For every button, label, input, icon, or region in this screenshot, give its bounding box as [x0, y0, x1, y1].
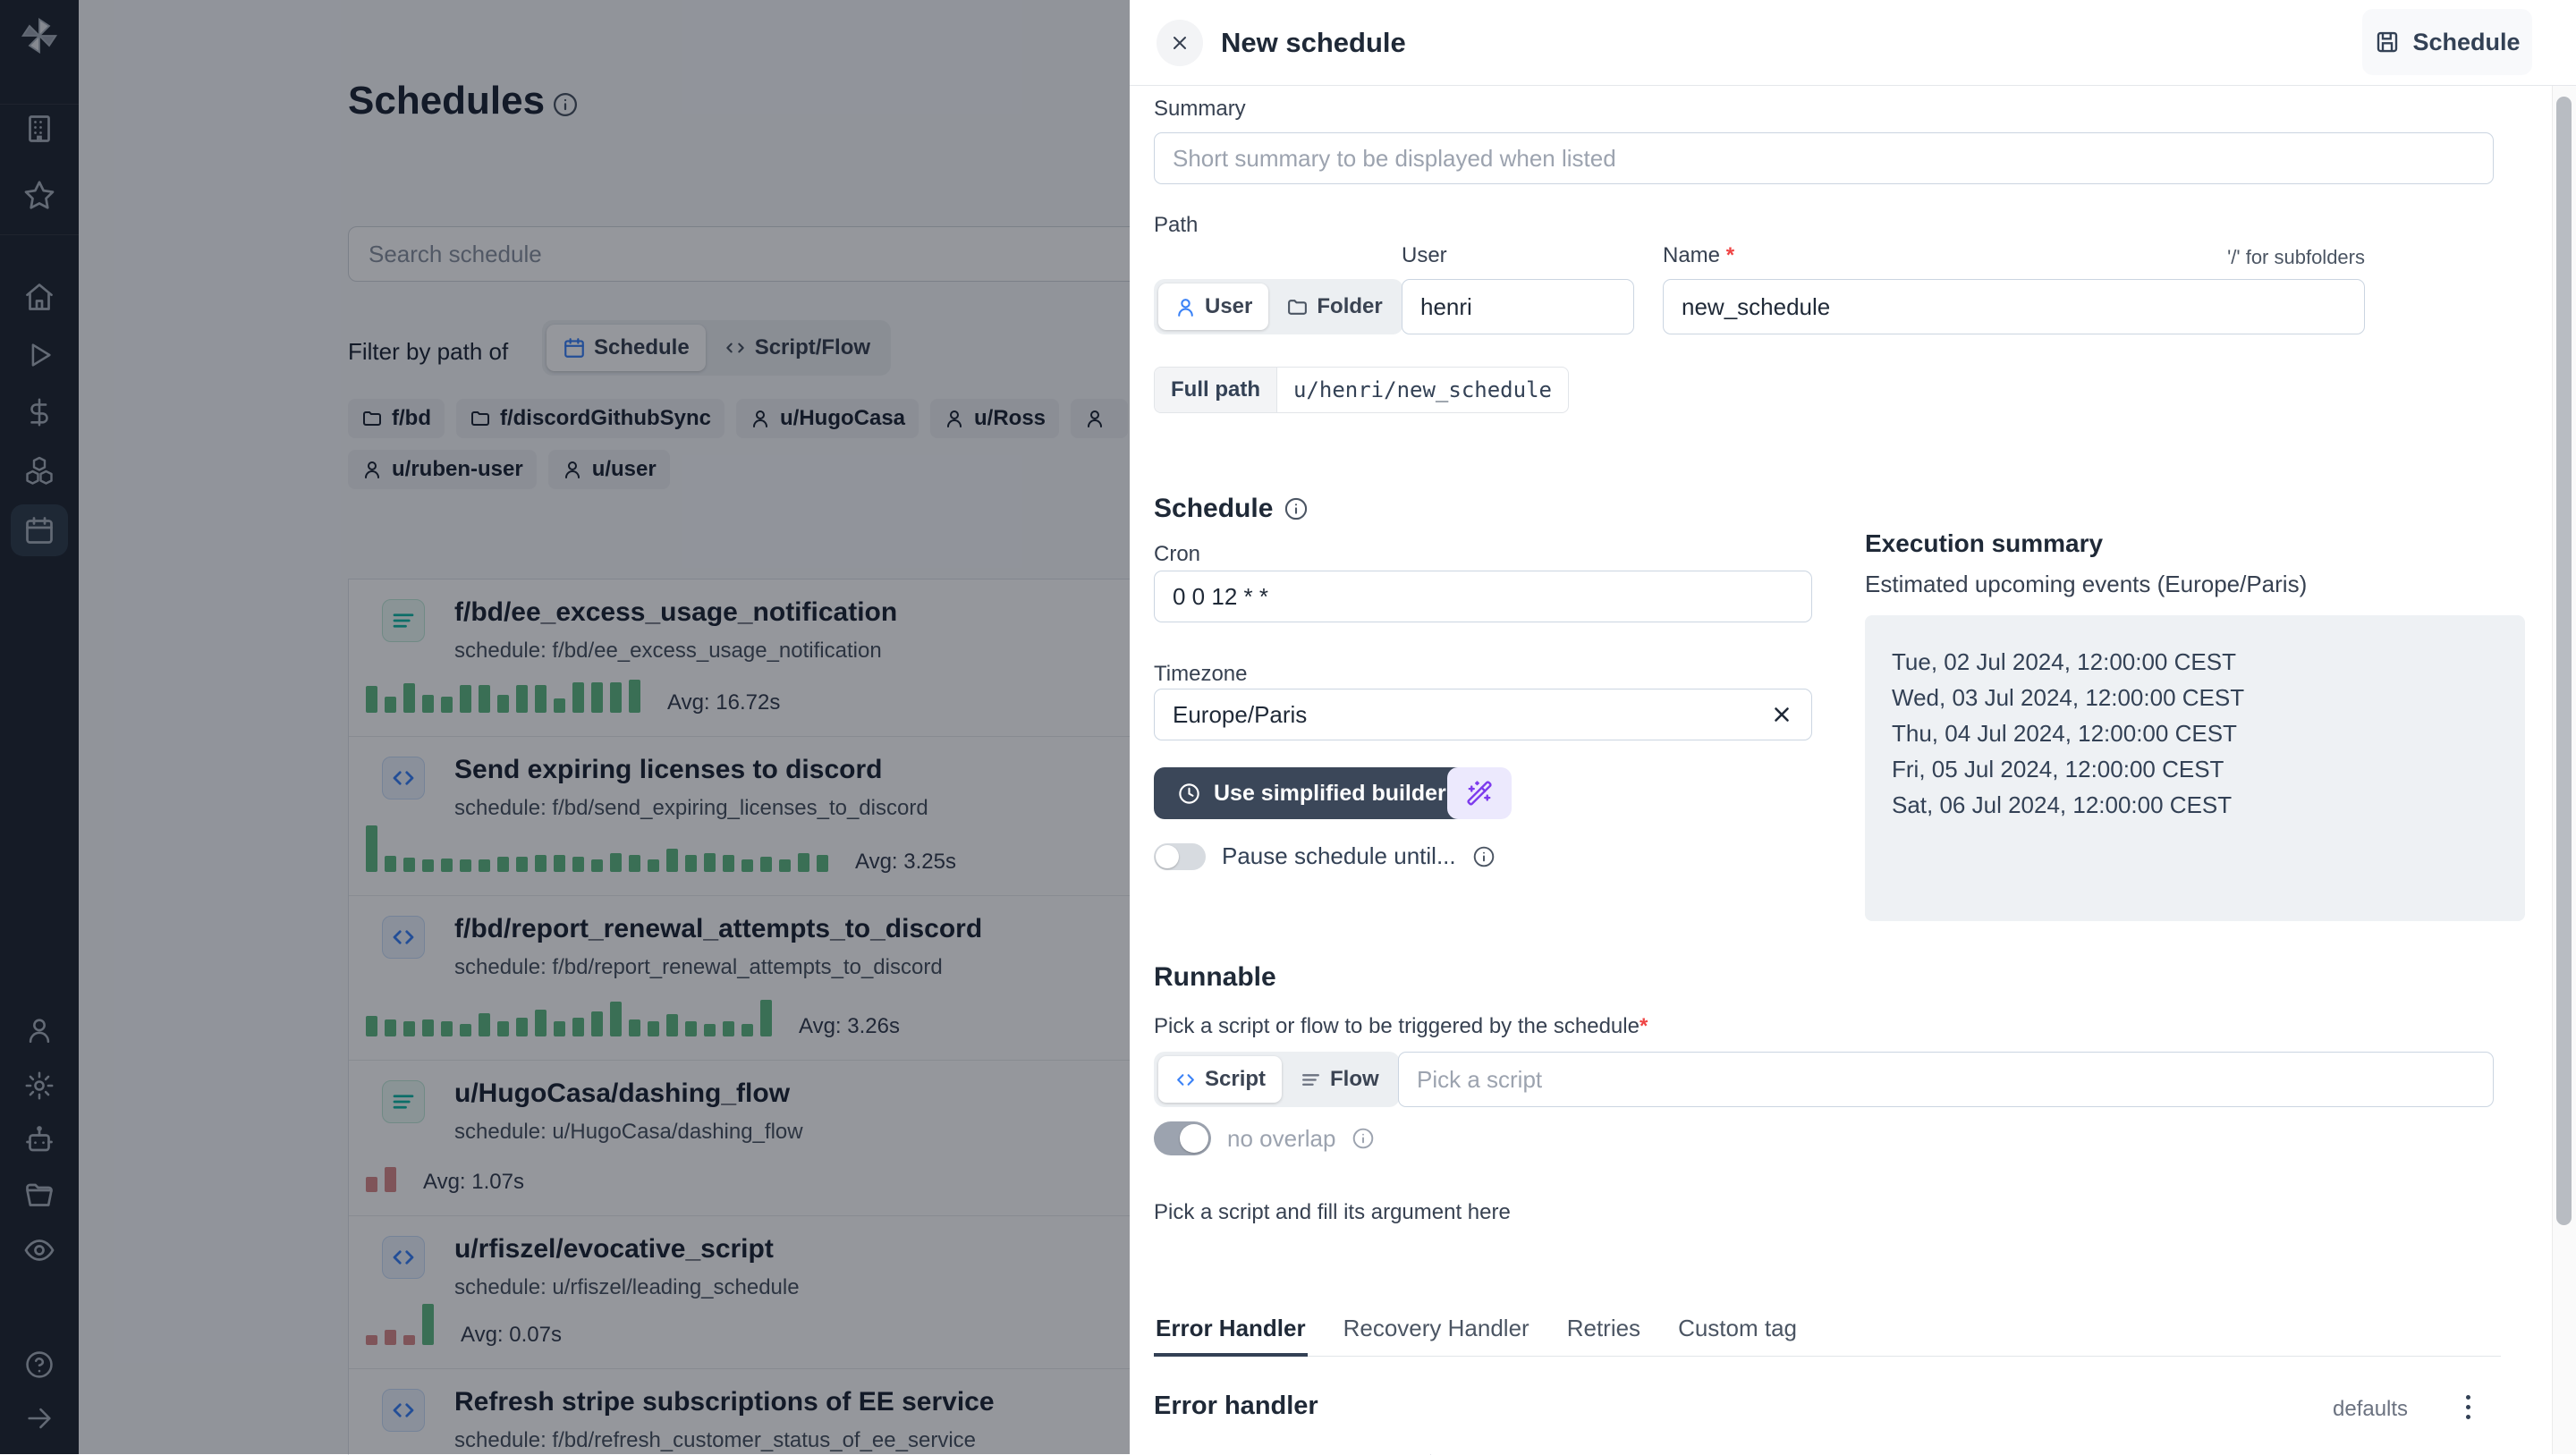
save-schedule-button[interactable]: Schedule [2362, 9, 2532, 75]
kebab-menu-icon[interactable] [2466, 1395, 2470, 1419]
info-icon[interactable] [1472, 845, 1496, 868]
timezone-value: Europe/Paris [1173, 700, 1308, 728]
info-icon[interactable] [1352, 1127, 1375, 1150]
owner-option-label: User [1205, 294, 1253, 318]
use-simplified-builder-button[interactable]: Use simplified builder [1154, 767, 1470, 819]
summary-input[interactable]: Short summary to be displayed when liste… [1154, 132, 2494, 184]
required-asterisk: * [1639, 1014, 1648, 1038]
full-path-label: Full path [1155, 368, 1277, 412]
pause-schedule-row: Pause schedule until... [1154, 842, 1496, 870]
upcoming-event: Sat, 06 Jul 2024, 12:00:00 CEST [1892, 791, 2233, 818]
arguments-hint: Pick a script and fill its argument here [1154, 1200, 1511, 1224]
handler-tabs: Error Handler Recovery Handler Retries C… [1154, 1315, 2501, 1357]
path-user-input[interactable]: henri [1402, 279, 1634, 334]
save-icon [2377, 31, 2398, 53]
pause-schedule-label: Pause schedule until... [1222, 842, 1456, 869]
drawer-title: New schedule [1221, 27, 1406, 58]
upcoming-event: Tue, 02 Jul 2024, 12:00:00 CEST [1892, 648, 2236, 675]
schedule-heading-text: Schedule [1154, 494, 1274, 523]
info-icon[interactable] [1284, 496, 1309, 521]
type-option-script[interactable]: Script [1158, 1056, 1283, 1103]
clock-icon [1179, 782, 1199, 804]
folder-icon [1288, 299, 1308, 315]
path-name-input[interactable]: new_schedule [1663, 279, 2365, 334]
full-path-value: u/henri/new_schedule [1292, 377, 1552, 402]
modal-backdrop[interactable] [0, 0, 1130, 1454]
code-icon [1177, 1073, 1194, 1086]
tab-error-handler[interactable]: Error Handler [1154, 1315, 1308, 1357]
path-name-label: Name * [1663, 243, 1734, 268]
runnable-type-toggle: Script Flow [1154, 1052, 1400, 1107]
name-value: new_schedule [1682, 292, 1831, 320]
subfolder-hint: '/' for subfolders [2227, 246, 2365, 268]
schedule-section-heading: Schedule [1154, 494, 1309, 524]
upcoming-event: Wed, 03 Jul 2024, 12:00:00 CEST [1892, 684, 2245, 711]
owner-option-folder[interactable]: Folder [1270, 283, 1398, 330]
save-button-label: Schedule [2412, 28, 2521, 55]
tab-custom-tag[interactable]: Custom tag [1676, 1315, 1799, 1356]
execution-summary-subheading: Estimated upcoming events (Europe/Paris) [1865, 571, 2308, 597]
path-user-label: User [1402, 243, 1447, 267]
ai-cron-button[interactable] [1447, 767, 1512, 819]
required-asterisk: * [1725, 243, 1735, 267]
summary-placeholder: Short summary to be displayed when liste… [1173, 144, 1616, 172]
upcoming-event: Thu, 04 Jul 2024, 12:00:00 CEST [1892, 720, 2237, 747]
type-option-flow[interactable]: Flow [1284, 1056, 1395, 1103]
tab-recovery-handler[interactable]: Recovery Handler [1342, 1315, 1531, 1356]
user-value: henri [1420, 292, 1472, 320]
no-overlap-row: no overlap [1154, 1121, 1375, 1155]
close-icon [1174, 37, 1186, 49]
full-path-display: Full path u/henri/new_schedule [1154, 367, 1569, 413]
name-label-text: Name [1663, 243, 1721, 267]
type-option-label: Script [1205, 1067, 1267, 1091]
close-drawer-button[interactable] [1157, 20, 1203, 66]
pause-schedule-toggle[interactable] [1154, 842, 1206, 870]
flow-icon [1302, 1073, 1319, 1086]
cron-label: Cron [1154, 542, 1201, 566]
cron-input[interactable]: 0 0 12 * * [1154, 571, 1812, 622]
summary-label: Summary [1154, 97, 1246, 121]
pick-label-text: Pick a script or flow to be triggered by… [1154, 1014, 1640, 1038]
execution-summary-heading: Execution summary [1865, 529, 2104, 557]
runnable-section-heading: Runnable [1154, 962, 1276, 992]
owner-option-label: Folder [1317, 294, 1383, 318]
pick-script-placeholder: Pick a script [1417, 1065, 1543, 1093]
user-icon [1178, 298, 1193, 317]
upcoming-events-panel: Tue, 02 Jul 2024, 12:00:00 CEST Wed, 03 … [1865, 615, 2525, 921]
cron-value: 0 0 12 * * [1173, 582, 1268, 610]
pick-runnable-label: Pick a script or flow to be triggered by… [1154, 1014, 1648, 1039]
timezone-input[interactable]: Europe/Paris [1154, 689, 1812, 740]
error-handler-defaults-label[interactable]: defaults [2333, 1397, 2408, 1422]
timezone-label: Timezone [1154, 662, 1248, 686]
upcoming-event: Fri, 05 Jul 2024, 12:00:00 CEST [1892, 756, 2224, 782]
clear-timezone-icon[interactable] [1770, 703, 1793, 726]
path-owner-toggle: User Folder [1154, 279, 1403, 334]
no-overlap-label: no overlap [1227, 1124, 1336, 1152]
builder-button-label: Use simplified builder [1214, 780, 1446, 806]
drawer-scrollbar-thumb[interactable] [2556, 97, 2572, 1225]
path-label: Path [1154, 213, 1199, 237]
type-option-label: Flow [1330, 1067, 1379, 1091]
new-schedule-drawer: New schedule Schedule Summary Short summ… [1130, 0, 2576, 1454]
owner-option-user[interactable]: User [1158, 283, 1269, 330]
error-handler-heading: Error handler [1154, 1392, 1318, 1420]
pick-script-input[interactable]: Pick a script [1398, 1052, 2494, 1107]
magic-wand-icon [1467, 781, 1492, 806]
no-overlap-toggle[interactable] [1154, 1121, 1211, 1155]
tab-retries[interactable]: Retries [1565, 1315, 1642, 1356]
